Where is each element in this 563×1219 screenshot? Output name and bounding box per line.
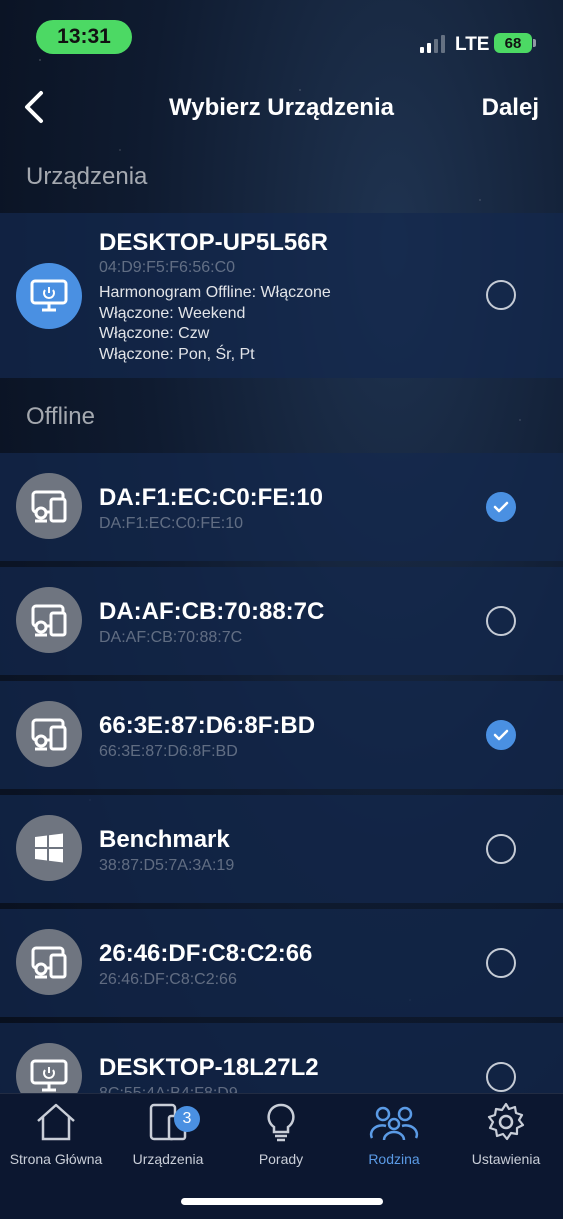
schedule-line: Włączone: Pon, Śr, Pt [99, 345, 255, 363]
tab-label: Strona Główna [9, 1151, 103, 1167]
tab-label: Rodzina [368, 1151, 420, 1167]
battery-level: 68 [504, 34, 522, 52]
tab-label: Urządzenia [132, 1151, 204, 1167]
device-mac: 38:87:D5:7A:3A:19 [99, 857, 235, 874]
battery-icon: 68 [494, 33, 536, 53]
device-row[interactable]: DA:F1:EC:C0:FE:10 DA:F1:EC:C0:FE:10 [0, 453, 563, 561]
device-name: 66:3E:87:D6:8F:BD [99, 712, 316, 739]
device-name: DA:AF:CB:70:88:7C [99, 598, 325, 625]
device-mac: DA:AF:CB:70:88:7C [99, 629, 243, 646]
select-checkbox[interactable] [486, 834, 516, 864]
network-type: LTE [455, 34, 490, 55]
tab-devices[interactable]: 3 Urządzenia [112, 1102, 224, 1167]
device-row[interactable]: 26:46:DF:C8:C2:66 26:46:DF:C8:C2:66 [0, 909, 563, 1017]
gear-icon [487, 1102, 525, 1141]
tab-family[interactable]: Rodzina [338, 1102, 450, 1167]
device-row[interactable]: 66:3E:87:D6:8F:BD 66:3E:87:D6:8F:BD [0, 681, 563, 789]
tab-settings[interactable]: Ustawienia [450, 1102, 562, 1167]
devices-section-header: Urządzenia [26, 163, 148, 190]
select-checkbox[interactable] [486, 948, 516, 978]
device-row[interactable]: DESKTOP-18L27L2 8C:55:4A:B4:F8:D9 [0, 1023, 563, 1093]
device-name: 26:46:DF:C8:C2:66 [99, 940, 313, 967]
status-time: 13:31 [36, 20, 132, 54]
select-checkbox-checked[interactable] [486, 720, 516, 750]
schedule-line: Harmonogram Offline: Włączone [99, 284, 331, 301]
device-mac: 66:3E:87:D6:8F:BD [99, 743, 238, 760]
device-name: DESKTOP-UP5L56R [99, 229, 328, 256]
offline-section-header: Offline [26, 403, 95, 430]
family-icon [369, 1106, 419, 1141]
home-indicator[interactable] [181, 1198, 383, 1205]
select-checkbox[interactable] [486, 606, 516, 636]
tab-label: Porady [258, 1151, 304, 1167]
signal-icon [420, 33, 445, 53]
device-mac: 8C:55:4A:B4:F8:D9 [99, 1085, 238, 1093]
device-schedule-info: Harmonogram Offline: Włączone Włączone: … [99, 283, 331, 365]
monitor-icon [16, 263, 82, 329]
select-checkbox[interactable] [486, 1062, 516, 1092]
page-title: Wybierz Urządzenia [169, 94, 394, 121]
device-mac: 04:D9:F5:F6:56:C0 [99, 259, 236, 276]
device-row-main[interactable]: DESKTOP-UP5L56R 04:D9:F5:F6:56:C0 Harmon… [0, 213, 563, 378]
devices-icon [16, 929, 82, 995]
device-name: Benchmark [99, 826, 230, 853]
device-mac: 26:46:DF:C8:C2:66 [99, 971, 237, 988]
next-button[interactable]: Dalej [482, 94, 539, 122]
tab-home[interactable]: Strona Główna [0, 1102, 112, 1167]
lightbulb-icon [267, 1103, 295, 1142]
device-name: DESKTOP-18L27L2 [99, 1054, 319, 1081]
status-bar: 13:31 LTE 68 [0, 0, 563, 80]
device-row[interactable]: DA:AF:CB:70:88:7C DA:AF:CB:70:88:7C [0, 567, 563, 675]
schedule-line: Włączone: Czw [99, 325, 210, 342]
device-row[interactable]: Benchmark 38:87:D5:7A:3A:19 [0, 795, 563, 903]
devices-icon [16, 587, 82, 653]
home-icon [37, 1103, 75, 1141]
devices-icon [16, 701, 82, 767]
nav-bar: Wybierz Urządzenia Dalej [0, 80, 563, 138]
devices-icon [16, 473, 82, 539]
device-mac: DA:F1:EC:C0:FE:10 [99, 515, 244, 532]
select-checkbox-checked[interactable] [486, 492, 516, 522]
monitor-icon [16, 1043, 82, 1093]
devices-badge: 3 [174, 1106, 200, 1132]
device-name: DA:F1:EC:C0:FE:10 [99, 484, 324, 511]
select-checkbox[interactable] [486, 280, 516, 310]
tab-label: Ustawienia [471, 1151, 541, 1167]
schedule-line: Włączone: Weekend [99, 304, 246, 322]
tab-tips[interactable]: Porady [225, 1102, 337, 1167]
windows-icon [16, 815, 82, 881]
